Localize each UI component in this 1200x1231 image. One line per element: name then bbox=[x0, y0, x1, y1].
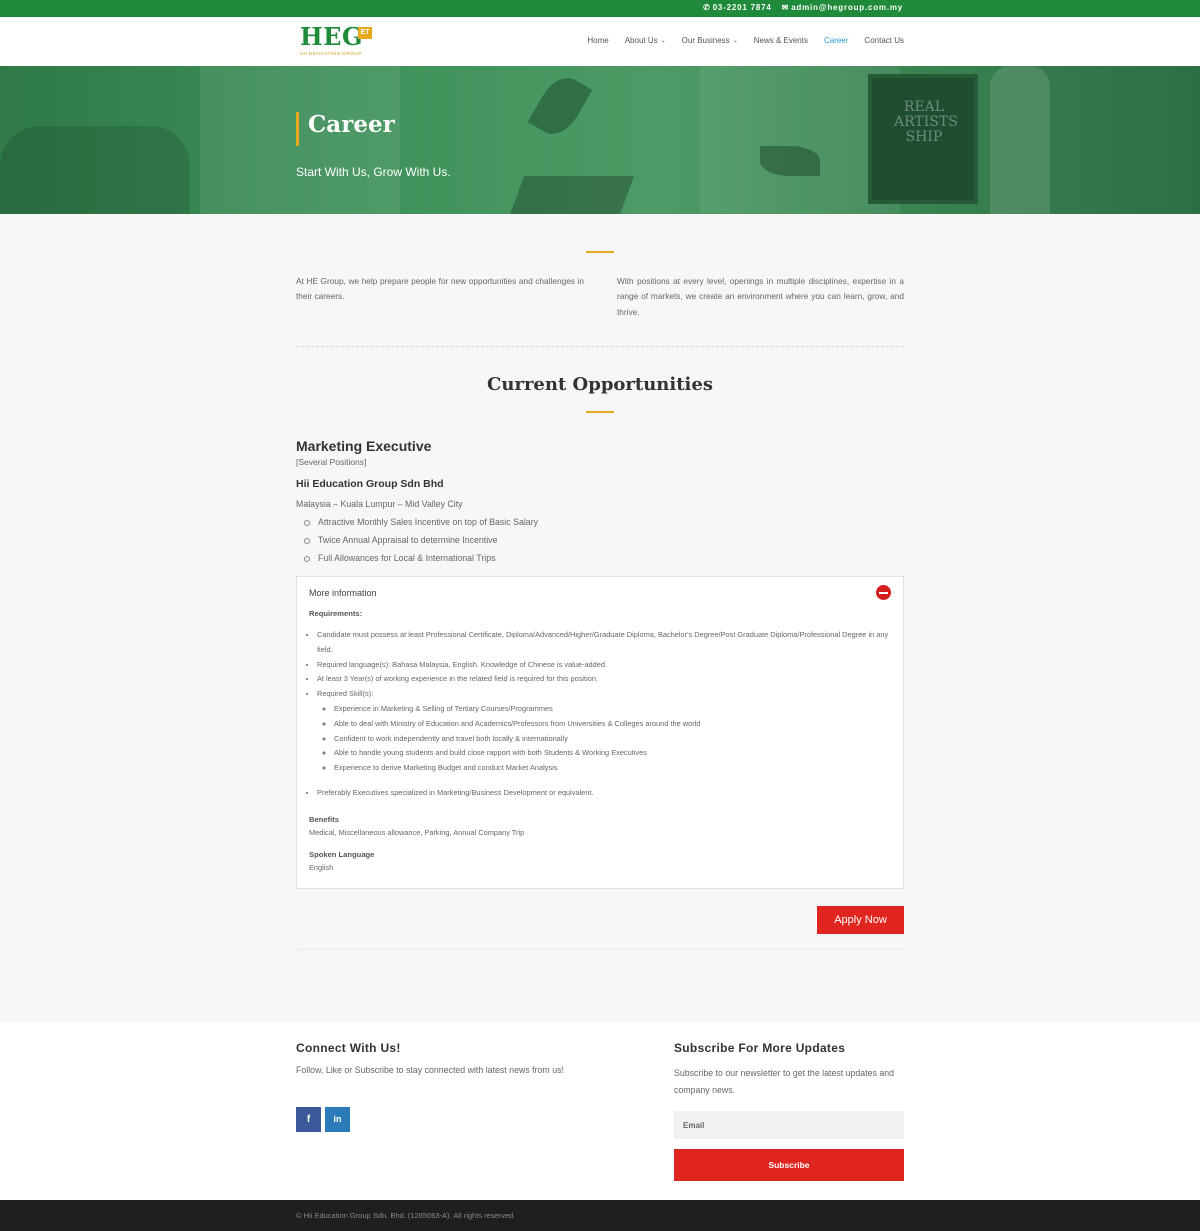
section-divider bbox=[296, 949, 904, 950]
hero-plant-leaf bbox=[760, 146, 820, 176]
email-link[interactable]: ✉ admin@hegroup.com.my bbox=[782, 3, 903, 12]
list-item: Candidate must possess at least Professi… bbox=[317, 628, 889, 658]
section-divider bbox=[296, 346, 904, 347]
collapse-icon[interactable] bbox=[876, 585, 891, 600]
main-nav: Home About Us ⌄ Our Business ⌄ News & Even… bbox=[587, 36, 904, 45]
poster-text: REAL ARTISTS SHIP bbox=[894, 99, 958, 145]
hero-title-wrap: Career bbox=[296, 112, 395, 146]
apply-now-button[interactable]: Apply Now bbox=[817, 906, 904, 934]
list-item: Full Allowances for Local & Internationa… bbox=[296, 550, 538, 568]
preferred-list: Preferably Executives specialized in Mar… bbox=[317, 786, 889, 801]
hero-plant-leaf bbox=[527, 70, 593, 142]
hero-poster: REAL ARTISTS SHIP bbox=[868, 74, 978, 204]
list-item: Confident to work independently and trav… bbox=[334, 732, 889, 747]
section-accent-line bbox=[586, 251, 614, 253]
hero-laptop-shape bbox=[505, 176, 635, 214]
chevron-down-icon: ⌄ bbox=[660, 38, 666, 44]
phone-icon: ✆ bbox=[703, 3, 711, 12]
subscribe-button[interactable]: Subscribe bbox=[674, 1149, 904, 1181]
language-heading: Spoken Language bbox=[309, 849, 375, 859]
accordion-header[interactable]: More information bbox=[309, 588, 377, 598]
page-title: Career bbox=[308, 111, 395, 138]
job-location: Malaysia – Kuala Lumpur – Mid Valley Cit… bbox=[296, 499, 463, 509]
hero-tagline: Start With Us, Grow With Us. bbox=[296, 165, 451, 179]
skills-list: Experience in Marketing & Selling of Ter… bbox=[334, 702, 889, 776]
nav-contact-us[interactable]: Contact Us bbox=[864, 36, 904, 45]
list-item: At least 3 Year(s) of working experience… bbox=[317, 672, 889, 687]
hero-chair-shape bbox=[0, 126, 190, 214]
language-block: Spoken Language English bbox=[309, 848, 889, 875]
intro-right: With positions at every level, openings … bbox=[617, 276, 904, 317]
more-info-accordion: More information Requirements: Candidate… bbox=[296, 576, 904, 889]
list-item: Required Skill(s): Experience in Marketi… bbox=[317, 687, 889, 776]
job-positions: [Several Positions] bbox=[296, 457, 367, 467]
connect-title: Connect With Us! bbox=[296, 1041, 401, 1055]
benefits-block: Benefits Medical, Miscellaneous allowanc… bbox=[309, 813, 889, 840]
site-footer: Connect With Us! Follow, Like or Subscri… bbox=[0, 1023, 1200, 1200]
job-perks: Attractive Monthly Sales Incentive on to… bbox=[296, 514, 538, 568]
nav-home[interactable]: Home bbox=[587, 36, 608, 45]
subscribe-title: Subscribe For More Updates bbox=[674, 1041, 846, 1055]
accordion-body: Requirements: Candidate must possess at … bbox=[309, 609, 889, 875]
list-item: Twice Annual Appraisal to determine Ince… bbox=[296, 532, 538, 550]
job-title: Marketing Executive bbox=[296, 438, 432, 454]
email-input[interactable] bbox=[674, 1111, 904, 1139]
facebook-icon[interactable]: f bbox=[296, 1107, 321, 1132]
nav-about-us[interactable]: About Us ⌄ bbox=[625, 36, 666, 45]
logo-subtitle: HII EDUCATION GROUP bbox=[300, 52, 362, 57]
nav-our-business[interactable]: Our Business ⌄ bbox=[682, 36, 738, 45]
benefits-text: Medical, Miscellaneous allowance, Parkin… bbox=[309, 828, 525, 838]
linkedin-icon[interactable]: in bbox=[325, 1107, 350, 1132]
nav-news-events[interactable]: News & Events bbox=[754, 36, 808, 45]
benefits-heading: Benefits bbox=[309, 814, 339, 824]
hero-bottle-shape bbox=[990, 66, 1050, 214]
list-item: Preferably Executives specialized in Mar… bbox=[317, 786, 889, 801]
requirements-heading: Requirements: bbox=[309, 609, 363, 618]
nav-career[interactable]: Career bbox=[824, 36, 848, 45]
copyright-bar: © Hii Education Group Sdn. Bhd. (1285063… bbox=[0, 1200, 1200, 1231]
top-bar: ✆ 03-2201 7874 ✉ admin@hegroup.com.my bbox=[0, 0, 1200, 17]
copyright-text: © Hii Education Group Sdn. Bhd. (1285063… bbox=[296, 1211, 516, 1220]
list-item: Required language(s): Bahasa Malaysia, E… bbox=[317, 658, 889, 673]
chevron-down-icon: ⌄ bbox=[732, 38, 738, 44]
list-item: Able to handle young students and build … bbox=[334, 746, 889, 761]
list-item: Experience in Marketing & Selling of Ter… bbox=[334, 702, 889, 717]
list-item: Attractive Monthly Sales Incentive on to… bbox=[296, 514, 538, 532]
list-item: Able to deal with Ministry of Education … bbox=[334, 717, 889, 732]
language-text: English bbox=[309, 863, 334, 873]
site-logo[interactable]: HEG ET HII EDUCATION GROUP bbox=[300, 25, 372, 59]
list-item: Experience to derive Marketing Budget an… bbox=[334, 761, 889, 776]
section-title: Current Opportunities bbox=[487, 374, 713, 395]
requirements-list: Candidate must possess at least Professi… bbox=[317, 628, 889, 776]
intro-left: At HE Group, we help prepare people for … bbox=[296, 276, 584, 302]
job-company: Hii Education Group Sdn Bhd bbox=[296, 478, 444, 490]
subscribe-text: Subscribe to our newsletter to get the l… bbox=[674, 1068, 895, 1095]
hero-banner: REAL ARTISTS SHIP Career Start With Us, … bbox=[0, 66, 1200, 214]
logo-badge: ET bbox=[358, 27, 372, 39]
section-accent-line bbox=[586, 411, 614, 413]
site-header: HEG ET HII EDUCATION GROUP Home About Us… bbox=[0, 17, 1200, 66]
phone-link[interactable]: ✆ 03-2201 7874 bbox=[703, 3, 772, 12]
connect-text: Follow, Like or Subscribe to stay connec… bbox=[296, 1065, 564, 1075]
contact-info: ✆ 03-2201 7874 ✉ admin@hegroup.com.my bbox=[703, 3, 903, 12]
mail-icon: ✉ bbox=[781, 3, 790, 12]
